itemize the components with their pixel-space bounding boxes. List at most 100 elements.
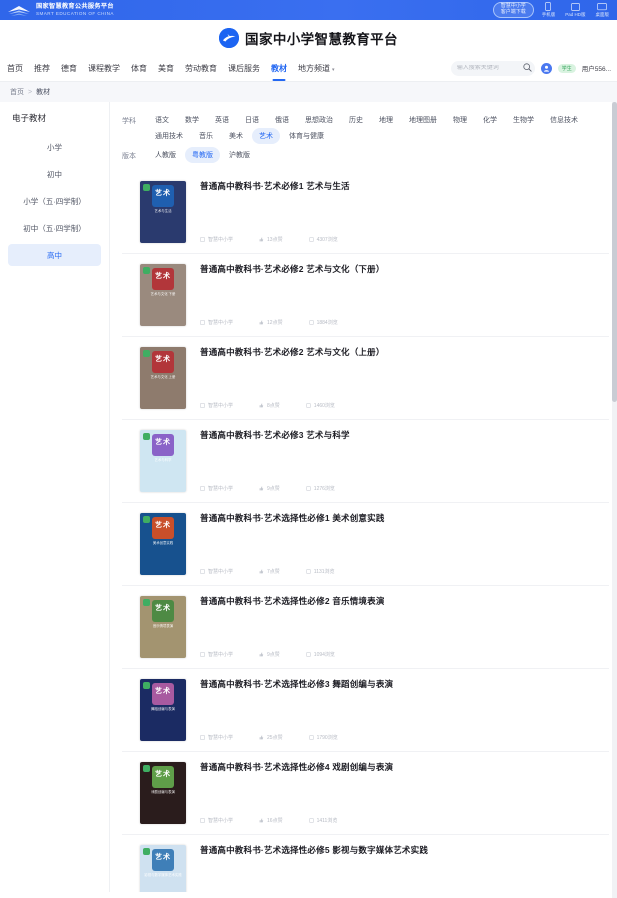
book-title[interactable]: 普通高中教科书·艺术必修3 艺术与科学 <box>200 430 603 440</box>
meta-views: 1276浏览 <box>305 485 335 492</box>
filter-chip-politics[interactable]: 思想政治 <box>298 112 340 128</box>
book-title[interactable]: 普通高中教科书·艺术选择性必修3 舞蹈创编与表演 <box>200 679 603 689</box>
scrollbar-thumb[interactable] <box>612 102 617 402</box>
book-title[interactable]: 普通高中教科书·艺术必修2 艺术与文化（上册） <box>200 347 603 357</box>
filter-chip-geography[interactable]: 地理 <box>372 112 400 128</box>
sidebar-item-senior[interactable]: 高中 <box>8 244 101 266</box>
filter-chip-yuejiao[interactable]: 粤教版 <box>185 147 220 163</box>
views-icon <box>305 569 311 574</box>
book-cover[interactable]: 艺术 艺术与科学 <box>140 430 186 492</box>
table-row[interactable]: 艺术 艺术与文化 上册 普通高中教科书·艺术必修2 艺术与文化（上册） 智慧中小… <box>122 337 609 420</box>
table-row[interactable]: 艺术 艺术与文化 下册 普通高中教科书·艺术必修2 艺术与文化（下册） 智慧中小… <box>122 254 609 337</box>
device-desktop[interactable]: 桌面版 <box>596 2 609 18</box>
views-icon <box>308 320 314 325</box>
sidebar-item-junior[interactable]: 初中 <box>8 163 101 185</box>
book-icon <box>200 320 205 325</box>
table-row[interactable]: 艺术 美术创意实践 普通高中教科书·艺术选择性必修1 美术创意实践 智慧中小学 … <box>122 503 609 586</box>
page-title: 国家中小学智慧教育平台 <box>245 31 398 47</box>
meta-source: 智慧中小学 <box>200 817 233 824</box>
page-scrollbar[interactable] <box>612 102 617 898</box>
nav-item-recommend[interactable]: 推荐 <box>33 61 51 76</box>
nav-item-textbooks[interactable]: 教材 <box>270 61 288 76</box>
cover-subject-label: 艺术 <box>155 356 171 363</box>
filter-chip-chinese[interactable]: 语文 <box>148 112 176 128</box>
book-cover[interactable]: 艺术 音乐情境表演 <box>140 596 186 658</box>
book-cover[interactable]: 艺术 艺术与文化 下册 <box>140 264 186 326</box>
book-title[interactable]: 普通高中教科书·艺术选择性必修2 音乐情境表演 <box>200 596 603 606</box>
nav-item-labor-education[interactable]: 劳动教育 <box>184 61 218 76</box>
nav-item-sports[interactable]: 体育 <box>130 61 148 76</box>
breadcrumb-home[interactable]: 首页 <box>10 87 24 97</box>
table-row[interactable]: 艺术 戏剧创编与表演 普通高中教科书·艺术选择性必修4 戏剧创编与表演 智慧中小… <box>122 752 609 835</box>
sidebar-item-primary-54[interactable]: 小学（五·四学制） <box>8 190 101 212</box>
site-brand[interactable]: 国家中小学智慧教育平台 <box>219 27 398 48</box>
table-row[interactable]: 艺术 艺术与科学 普通高中教科书·艺术必修3 艺术与科学 智慧中小学 9点赞 1… <box>122 420 609 503</box>
book-title[interactable]: 普通高中教科书·艺术选择性必修1 美术创意实践 <box>200 513 603 523</box>
device-phone[interactable]: 手机版 <box>542 2 555 18</box>
filter-chip-math[interactable]: 数学 <box>178 112 206 128</box>
filter-chip-physics[interactable]: 物理 <box>446 112 474 128</box>
sidebar-item-junior-54[interactable]: 初中（五·四学制） <box>8 217 101 239</box>
book-title[interactable]: 普通高中教科书·艺术选择性必修5 影视与数字媒体艺术实践 <box>200 845 603 855</box>
search-input[interactable] <box>456 65 519 71</box>
nav-item-home[interactable]: 首页 <box>6 61 24 76</box>
filter-chip-music[interactable]: 音乐 <box>192 128 220 144</box>
book-title[interactable]: 普通高中教科书·艺术选择性必修4 戏剧创编与表演 <box>200 762 603 772</box>
book-cover[interactable]: 艺术 影视与数字媒体艺术实践 <box>140 845 186 892</box>
meta-source-label: 智慧中小学 <box>208 237 234 243</box>
user-avatar-icon[interactable] <box>540 62 552 74</box>
meta-likes-label: 16点赞 <box>267 818 283 824</box>
nav-label: 劳动教育 <box>185 63 217 73</box>
book-title[interactable]: 普通高中教科书·艺术必修1 艺术与生活 <box>200 181 603 191</box>
filter-chip-art[interactable]: 艺术 <box>252 128 280 144</box>
user-name[interactable]: 用户556... <box>582 63 611 73</box>
filter-chip-renjiao[interactable]: 人教版 <box>148 147 183 163</box>
search-box[interactable] <box>450 59 535 77</box>
book-icon <box>200 403 205 408</box>
book-title[interactable]: 普通高中教科书·艺术必修2 艺术与文化（下册） <box>200 264 603 274</box>
book-info: 普通高中教科书·艺术选择性必修2 音乐情境表演 智慧中小学 9点赞 1094浏览 <box>200 596 603 658</box>
book-cover[interactable]: 艺术 美术创意实践 <box>140 513 186 575</box>
nav-item-aesthetic-education[interactable]: 美育 <box>157 61 175 76</box>
book-info: 普通高中教科书·艺术选择性必修3 舞蹈创编与表演 智慧中小学 25点赞 1790… <box>200 679 603 741</box>
nav-item-local-channel[interactable]: 地方频道 ▾ <box>297 61 336 76</box>
nav-label: 推荐 <box>34 63 50 73</box>
client-download-button[interactable]: 智慧中小学 客户端下载 <box>492 2 534 18</box>
table-row[interactable]: 艺术 舞蹈创编与表演 普通高中教科书·艺术选择性必修3 舞蹈创编与表演 智慧中小… <box>122 669 609 752</box>
filter-chip-russian[interactable]: 俄语 <box>268 112 296 128</box>
device-pad-label: Pad HD版 <box>565 12 586 17</box>
filter-chip-information-tech[interactable]: 信息技术 <box>543 112 585 128</box>
filter-chip-pe-health[interactable]: 体育与健康 <box>282 128 331 144</box>
search-icon[interactable] <box>523 59 532 77</box>
table-row[interactable]: 艺术 影视与数字媒体艺术实践 普通高中教科书·艺术选择性必修5 影视与数字媒体艺… <box>122 835 609 892</box>
sidebar-item-primary[interactable]: 小学 <box>8 136 101 158</box>
meta-views-label: 1790浏览 <box>316 735 338 741</box>
nav-item-moral-education[interactable]: 德育 <box>60 61 78 76</box>
nav-item-course-teaching[interactable]: 课程教学 <box>87 61 121 76</box>
download-line-2: 客户端下载 <box>500 9 526 15</box>
cover-subtitle: 艺术与科学 <box>154 458 172 462</box>
gov-platform-logo[interactable]: 国家智慧教育公共服务平台 SMART EDUCATION OF CHINA <box>6 3 114 18</box>
book-cover[interactable]: 艺术 舞蹈创编与表演 <box>140 679 186 741</box>
filter-chip-geography-atlas[interactable]: 地理图册 <box>402 112 444 128</box>
filter-chip-hujiao[interactable]: 沪教版 <box>222 147 257 163</box>
filter-chip-fine-art[interactable]: 美术 <box>222 128 250 144</box>
book-cover[interactable]: 艺术 戏剧创编与表演 <box>140 762 186 824</box>
table-row[interactable]: 艺术 音乐情境表演 普通高中教科书·艺术选择性必修2 音乐情境表演 智慧中小学 … <box>122 586 609 669</box>
book-cover[interactable]: 艺术 艺术与生活 <box>140 181 186 243</box>
filter-chip-japanese[interactable]: 日语 <box>238 112 266 128</box>
device-pad[interactable]: Pad HD版 <box>565 2 586 18</box>
filter-chip-chemistry[interactable]: 化学 <box>476 112 504 128</box>
filter-chip-general-tech[interactable]: 通用技术 <box>148 128 190 144</box>
meta-likes-label: 13点赞 <box>267 237 283 243</box>
filter-chip-biology[interactable]: 生物学 <box>506 112 541 128</box>
nav-item-after-school[interactable]: 课后服务 <box>227 61 261 76</box>
book-cover[interactable]: 艺术 艺术与文化 上册 <box>140 347 186 409</box>
filter-chip-history[interactable]: 历史 <box>342 112 370 128</box>
book-meta: 智慧中小学 9点赞 1276浏览 <box>200 485 603 492</box>
filter-chip-english[interactable]: 英语 <box>208 112 236 128</box>
table-row[interactable]: 艺术 艺术与生活 普通高中教科书·艺术必修1 艺术与生活 智慧中小学 13点赞 … <box>122 171 609 254</box>
meta-views: 1790浏览 <box>308 734 338 741</box>
cover-badge-icon <box>143 599 150 606</box>
government-top-bar: 国家智慧教育公共服务平台 SMART EDUCATION OF CHINA 智慧… <box>0 0 617 20</box>
